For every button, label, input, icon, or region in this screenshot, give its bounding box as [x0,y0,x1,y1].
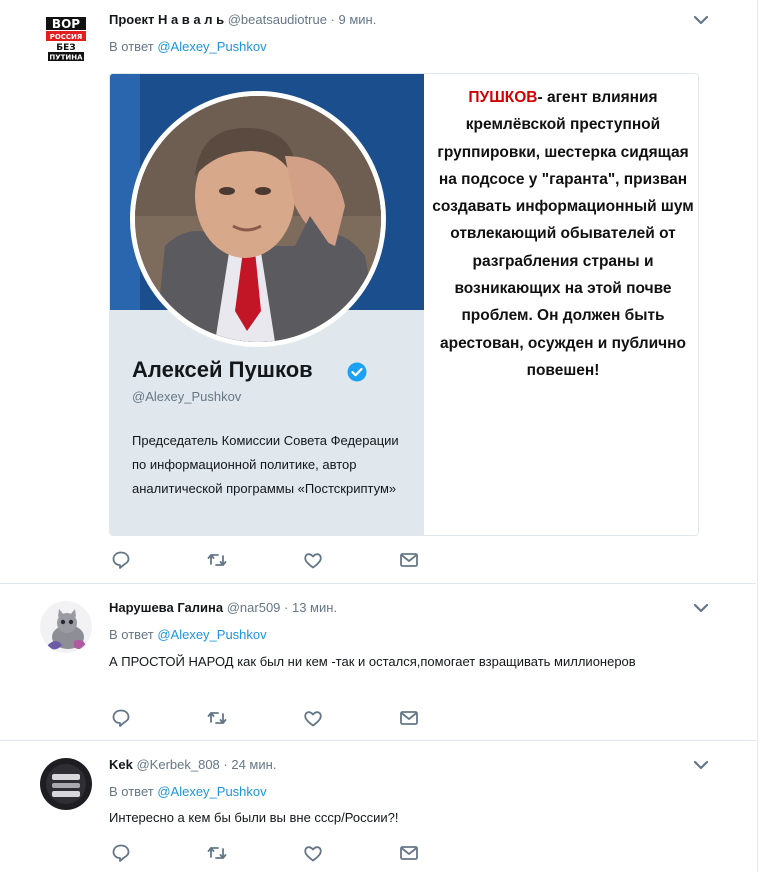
like-icon[interactable] [302,842,324,864]
reply-icon[interactable] [110,549,132,571]
direct-message-icon[interactable] [398,549,420,571]
retweet-icon[interactable] [206,842,228,864]
reply-context: В ответ @Alexey_Pushkov [109,627,267,642]
author-handle[interactable]: @nar509 [227,600,281,615]
reply-prefix: В ответ [109,627,154,642]
quote-image: ПУШКОВ- агент влияния кремлёвской престу… [424,74,698,535]
svg-text:БЕЗ: БЕЗ [56,43,75,53]
avatar[interactable]: ВОР РОССИЯ БЕЗ ПУТИНА [40,13,92,65]
reply-to-link[interactable]: @Alexey_Pushkov [157,627,266,642]
reply-icon[interactable] [110,842,132,864]
quote-highlight: ПУШКОВ [468,89,538,106]
tweet[interactable]: Нарушева Галина @nar509 · 13 мин. В отве… [0,588,756,740]
tweet-text: Интересно а кем бы были вы вне ссср/Росс… [109,810,399,825]
reply-prefix: В ответ [109,784,154,799]
tweet-actions [110,707,440,729]
direct-message-icon[interactable] [398,842,420,864]
avatar[interactable] [40,601,92,653]
profile-card-image: Алексей Пушков @Alexey_Pushkov Председат… [110,74,424,535]
image-card[interactable]: Алексей Пушков @Alexey_Pushkov Председат… [109,73,699,536]
tweet-time[interactable]: · 24 мин. [223,757,276,772]
avatar-cat-image [40,601,92,653]
profile-name: Алексей Пушков [132,357,313,382]
avatar-logo-image: ВОР РОССИЯ БЕЗ ПУТИНА [41,14,91,64]
tweet-time[interactable]: · 13 мин. [284,600,337,615]
reply-context: В ответ @Alexey_Pushkov [109,784,267,799]
tweet-text: А ПРОСТОЙ НАРОД как был ни кем -так и ос… [109,654,636,669]
verified-badge-icon [347,362,367,382]
avatar[interactable] [40,758,92,810]
tweet-header: Нарушева Галина @nar509 · 13 мин. [109,600,337,615]
like-icon[interactable] [302,707,324,729]
tweet-header: Проект Н а в а л ь @beatsaudiotrue · 9 м… [109,12,376,27]
retweet-icon[interactable] [206,707,228,729]
svg-text:ВОР: ВОР [52,17,80,31]
chevron-down-icon[interactable] [690,597,712,619]
profile-photo [130,91,386,347]
svg-text:РОССИЯ: РОССИЯ [50,33,83,41]
reply-icon[interactable] [110,707,132,729]
tweet-header: Kek @Kerbek_808 · 24 мин. [109,757,276,772]
chevron-down-icon[interactable] [690,754,712,776]
tweet[interactable]: ВОР РОССИЯ БЕЗ ПУТИНА Проект Н а в а л ь… [0,0,756,583]
profile-handle: @Alexey_Pushkov [132,389,242,404]
chevron-down-icon[interactable] [690,9,712,31]
quote-text: ПУШКОВ- агент влияния кремлёвской престу… [432,84,694,384]
retweet-icon[interactable] [206,549,228,571]
profile-bio: Председатель Комиссии Совета Федерации п… [132,433,399,496]
tweet[interactable]: Kek @Kerbek_808 · 24 мин. В ответ @Alexe… [0,745,756,872]
svg-text:ПУТИНА: ПУТИНА [49,54,83,62]
reply-to-link[interactable]: @Alexey_Pushkov [157,39,266,54]
portrait-image [135,96,381,342]
tweet-actions [110,842,440,864]
like-icon[interactable] [302,549,324,571]
author-handle[interactable]: @beatsaudiotrue [228,12,327,27]
tweet-separator [0,583,756,584]
tweet-time[interactable]: · 9 мин. [331,12,377,27]
direct-message-icon[interactable] [398,707,420,729]
tweet-separator [0,740,756,741]
quote-body: - агент влияния кремлёвской преступной г… [432,89,694,379]
timeline-right-border [757,0,758,872]
tweet-actions [110,549,440,571]
avatar-dark-image [40,758,92,810]
reply-to-link[interactable]: @Alexey_Pushkov [157,784,266,799]
reply-context: В ответ @Alexey_Pushkov [109,39,267,54]
author-handle[interactable]: @Kerbek_808 [136,757,219,772]
author-name[interactable]: Kek [109,757,133,772]
author-name[interactable]: Проект Н а в а л ь [109,12,224,27]
reply-prefix: В ответ [109,39,154,54]
author-name[interactable]: Нарушева Галина [109,600,223,615]
